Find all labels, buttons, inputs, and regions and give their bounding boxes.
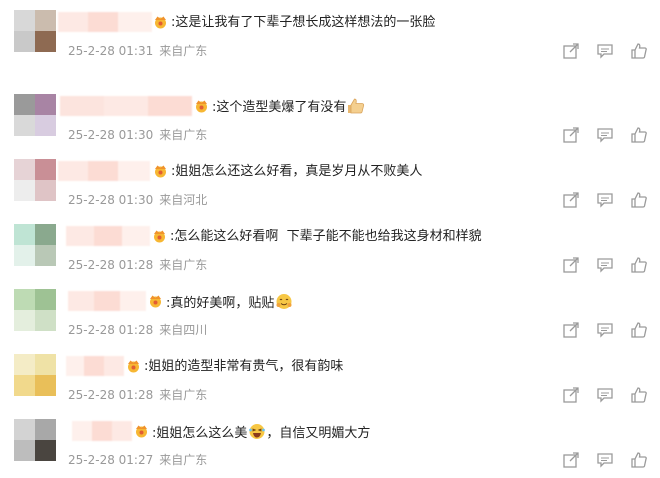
comment-location: 来自广东 — [159, 388, 208, 402]
username-blurred[interactable] — [66, 356, 124, 376]
comment-time: 25-2-28 01:30 — [68, 128, 154, 142]
comment-icon[interactable] — [596, 386, 614, 404]
comment-meta: 25-2-28 01:28 来自广东 — [68, 257, 207, 273]
comment-text: :真的好美啊，贴贴 — [166, 293, 293, 313]
username-blurred[interactable] — [60, 96, 192, 116]
share-icon[interactable] — [562, 191, 580, 209]
comment-item: :真的好美啊，贴贴 25-2-28 01:28 来自四川 — [0, 279, 660, 344]
comment-text: :怎么能这么好看啊 下辈子能不能也给我这身材和样貌 — [170, 229, 482, 244]
comment-item: :这个造型美爆了有没有 25-2-28 01:30 来自广东 — [0, 84, 660, 149]
avatar[interactable] — [14, 94, 56, 136]
share-icon[interactable] — [562, 126, 580, 144]
comment-icon[interactable] — [596, 451, 614, 469]
avatar[interactable] — [14, 224, 56, 266]
thumbs-up-emoji-icon — [348, 98, 365, 114]
comment-item: :姐姐怎么这么美 ，自信又明媚大方 25-2-28 01:27 来自广东 — [0, 409, 660, 474]
comment-icon[interactable] — [596, 126, 614, 144]
username-blurred[interactable] — [66, 226, 150, 246]
like-icon[interactable] — [630, 256, 648, 274]
comment-time: 25-2-28 01:31 — [68, 44, 154, 58]
comment-location: 来自河北 — [159, 193, 208, 207]
comment-icon[interactable] — [596, 191, 614, 209]
share-icon[interactable] — [562, 386, 580, 404]
crown-badge-icon — [128, 360, 139, 373]
like-icon[interactable] — [630, 451, 648, 469]
comment-text-suffix: ，自信又明媚大方 — [266, 426, 371, 441]
comment-location: 来自广东 — [159, 128, 208, 142]
like-icon[interactable] — [630, 42, 648, 60]
crown-badge-icon — [196, 100, 207, 113]
comment-text: :这个造型美爆了有没有 — [212, 98, 365, 117]
comment-text: :这是让我有了下辈子想长成这样想法的一张脸 — [171, 15, 436, 30]
share-icon[interactable] — [562, 256, 580, 274]
comment-item: :怎么能这么好看啊 下辈子能不能也给我这身材和样貌 25-2-28 01:28 来… — [0, 214, 660, 279]
comment-time: 25-2-28 01:28 — [68, 258, 154, 272]
comment-icon[interactable] — [596, 321, 614, 339]
crown-badge-icon — [155, 165, 166, 178]
comment-location: 来自四川 — [159, 323, 208, 337]
comment-time: 25-2-28 01:28 — [68, 323, 154, 337]
comment-icon[interactable] — [596, 256, 614, 274]
comment-item: :姐姐怎么还这么好看，真是岁月从不败美人 25-2-28 01:30 来自河北 — [0, 149, 660, 214]
username-blurred[interactable] — [58, 161, 150, 181]
comment-meta: 25-2-28 01:30 来自河北 — [68, 192, 207, 208]
comment-item: :姐姐的造型非常有贵气，很有韵味 25-2-28 01:28 来自广东 — [0, 344, 660, 409]
comment-text-content: :姐姐怎么这么美 — [152, 426, 248, 441]
comment-text: :姐姐怎么这么美 ，自信又明媚大方 — [152, 423, 370, 443]
comment-text: :姐姐的造型非常有贵气，很有韵味 — [144, 359, 344, 374]
share-icon[interactable] — [562, 321, 580, 339]
comment-meta: 25-2-28 01:28 来自四川 — [68, 322, 207, 338]
comment-list: :这是让我有了下辈子想长成这样想法的一张脸 25-2-28 01:31 来自广东 … — [0, 0, 660, 478]
comment-text-content: :真的好美啊，贴贴 — [166, 296, 275, 311]
comment-icon[interactable] — [596, 42, 614, 60]
avatar[interactable] — [14, 289, 56, 331]
comment-location: 来自广东 — [159, 44, 208, 58]
comment-meta: 25-2-28 01:31 来自广东 — [68, 43, 207, 59]
crown-badge-icon — [136, 425, 147, 438]
avatar[interactable] — [14, 354, 56, 396]
comment-time: 25-2-28 01:27 — [68, 453, 154, 467]
avatar[interactable] — [14, 10, 56, 52]
like-icon[interactable] — [630, 126, 648, 144]
comment-meta: 25-2-28 01:30 来自广东 — [68, 127, 207, 143]
share-icon[interactable] — [562, 451, 580, 469]
comment-meta: 25-2-28 01:28 来自广东 — [68, 387, 207, 403]
username-blurred[interactable] — [68, 291, 146, 311]
comment-time: 25-2-28 01:28 — [68, 388, 154, 402]
crown-badge-icon — [150, 295, 161, 308]
comment-meta: 25-2-28 01:27 来自广东 — [68, 452, 207, 468]
avatar[interactable] — [14, 419, 56, 461]
crown-badge-icon — [155, 16, 166, 29]
avatar[interactable] — [14, 159, 56, 201]
hugging-face-emoji-icon — [276, 294, 292, 309]
like-icon[interactable] — [630, 321, 648, 339]
share-icon[interactable] — [562, 42, 580, 60]
comment-text-content: :这个造型美爆了有没有 — [212, 100, 347, 115]
username-blurred[interactable] — [72, 421, 132, 441]
like-icon[interactable] — [630, 386, 648, 404]
username-blurred[interactable] — [58, 12, 152, 32]
comment-location: 来自广东 — [159, 258, 208, 272]
comment-location: 来自广东 — [159, 453, 208, 467]
crown-badge-icon — [154, 230, 165, 243]
comment-item: :这是让我有了下辈子想长成这样想法的一张脸 25-2-28 01:31 来自广东 — [0, 0, 660, 65]
like-icon[interactable] — [630, 191, 648, 209]
comment-time: 25-2-28 01:30 — [68, 193, 154, 207]
comment-text: :姐姐怎么还这么好看，真是岁月从不败美人 — [171, 164, 423, 179]
laughing-face-emoji-icon — [249, 424, 266, 439]
